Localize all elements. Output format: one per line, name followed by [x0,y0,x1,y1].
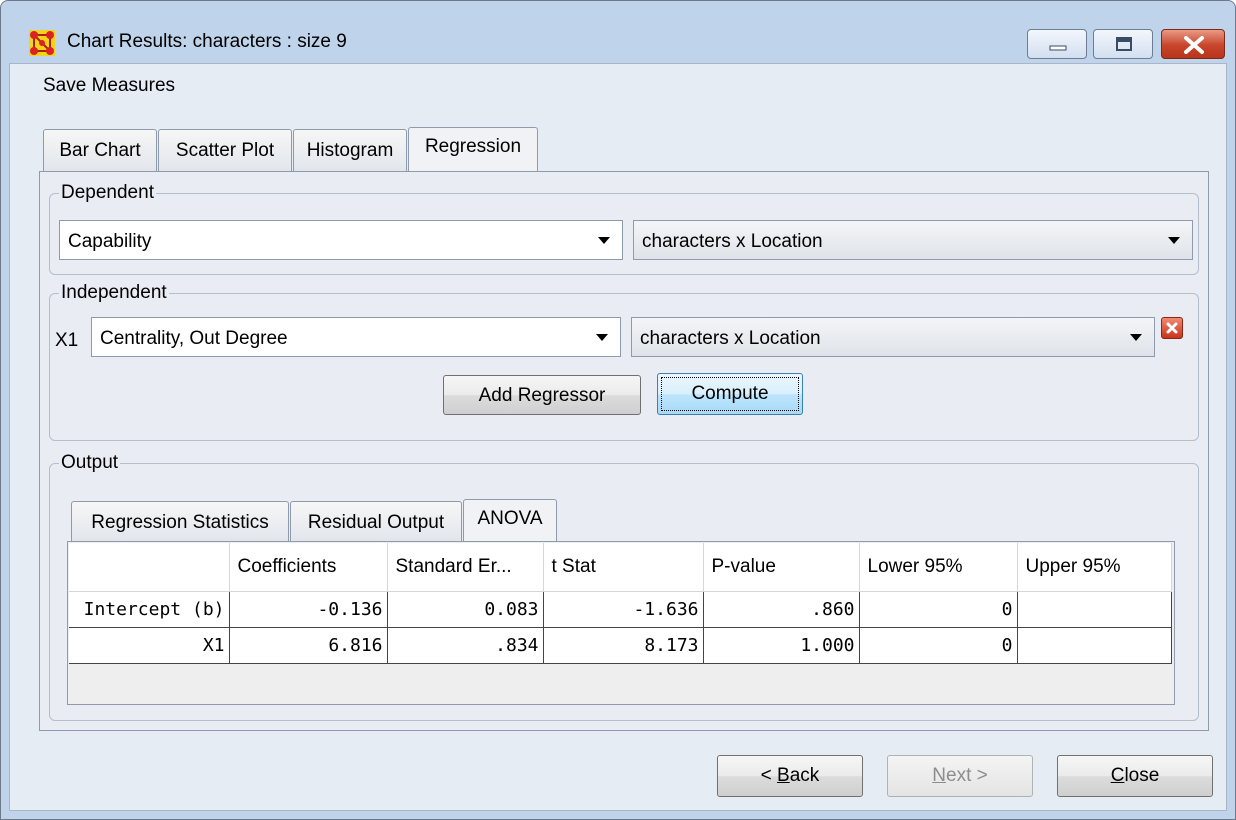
close-button[interactable]: Close [1057,755,1213,797]
close-window-button[interactable] [1161,29,1225,59]
compute-button[interactable]: Compute [657,373,803,415]
dropdown-arrow-icon [596,334,608,341]
dropdown-arrow-icon [598,237,610,244]
independent-group [49,293,1199,441]
tab-regression[interactable]: Regression [408,127,538,171]
table-cell[interactable]: -1.636 [543,591,704,628]
dependent-label: Dependent [59,182,156,204]
column-header[interactable]: P-value [703,543,860,592]
column-header[interactable] [69,543,230,592]
back-mnemonic: B [777,765,790,786]
table-row[interactable]: Intercept (b) -0.136 0.083 -1.636 .860 0 [69,591,1172,628]
tab-anova[interactable]: ANOVA [463,499,557,541]
table-cell[interactable]: -0.136 [229,591,388,628]
column-header[interactable]: Upper 95% [1017,543,1172,592]
table-cell[interactable]: 1.000 [703,627,860,664]
window-title: Chart Results: characters : size 9 [67,31,347,52]
table-cell[interactable]: .834 [387,627,544,664]
dependent-measure-value: Capability [68,231,152,252]
tab-regression-statistics[interactable]: Regression Statistics [71,501,289,541]
add-regressor-button[interactable]: Add Regressor [443,375,641,415]
remove-regressor-button[interactable] [1161,317,1183,339]
maximize-icon [1116,37,1132,51]
tab-residual-output[interactable]: Residual Output [290,501,462,541]
table-cell[interactable] [1017,627,1172,664]
table-cell[interactable]: 0 [859,627,1018,664]
next-mnemonic: N [932,765,946,786]
table-cell[interactable] [1017,591,1172,628]
results-table: Coefficients Standard Er... t Stat P-val… [69,543,1172,664]
dependent-network-value: characters x Location [642,231,823,252]
table-cell[interactable]: .860 [703,591,860,628]
output-label: Output [59,452,121,474]
close-label-rest: lose [1124,765,1160,786]
back-button[interactable]: < Back [717,755,863,797]
table-cell[interactable]: 0 [859,591,1018,628]
minimize-button[interactable] [1027,29,1087,59]
dependent-network-select[interactable]: characters x Location [633,220,1193,260]
independent-network-select[interactable]: characters x Location [631,317,1155,357]
tab-histogram[interactable]: Histogram [293,129,407,171]
table-cell[interactable]: Intercept (b) [69,591,230,628]
dropdown-arrow-icon [1130,334,1142,341]
menu-save-measures[interactable]: Save Measures [43,75,175,97]
independent-label: Independent [59,282,169,304]
table-header-row: Coefficients Standard Er... t Stat P-val… [69,543,1172,592]
dropdown-arrow-icon [1168,237,1180,244]
minimize-icon [1049,45,1067,51]
regressor-x1-label: X1 [55,330,79,351]
focus-ring [661,377,799,411]
title-bar[interactable]: Chart Results: characters : size 9 [1,1,1235,63]
table-row[interactable]: X1 6.816 .834 8.173 1.000 0 [69,627,1172,664]
independent-network-value: characters x Location [640,328,821,349]
table-cell[interactable]: 0.083 [387,591,544,628]
close-icon [1184,36,1204,54]
independent-measure-select[interactable]: Centrality, Out Degree [91,317,621,357]
column-header[interactable]: Standard Er... [387,543,544,592]
results-table-container: Coefficients Standard Er... t Stat P-val… [67,541,1175,705]
chart-results-window: Chart Results: characters : size 9 Save … [0,0,1236,820]
remove-regressor-icon [1166,322,1178,334]
network-app-icon [29,30,55,56]
table-cell[interactable]: 8.173 [543,627,704,664]
tab-scatter-plot[interactable]: Scatter Plot [158,129,292,171]
close-mnemonic: C [1110,765,1125,786]
next-label-rest: ext > [946,765,988,786]
independent-measure-value: Centrality, Out Degree [100,328,288,349]
table-cell[interactable]: X1 [69,627,230,664]
next-button[interactable]: Next > [887,755,1033,797]
back-label-prefix: < [760,765,778,786]
column-header[interactable]: Lower 95% [859,543,1018,592]
dependent-measure-select[interactable]: Capability [59,220,623,260]
maximize-button[interactable] [1093,29,1153,59]
tab-bar-chart[interactable]: Bar Chart [43,129,157,171]
column-header[interactable]: t Stat [543,543,704,592]
column-header[interactable]: Coefficients [229,543,388,592]
table-cell[interactable]: 6.816 [229,627,388,664]
back-label-rest: ack [789,765,820,786]
